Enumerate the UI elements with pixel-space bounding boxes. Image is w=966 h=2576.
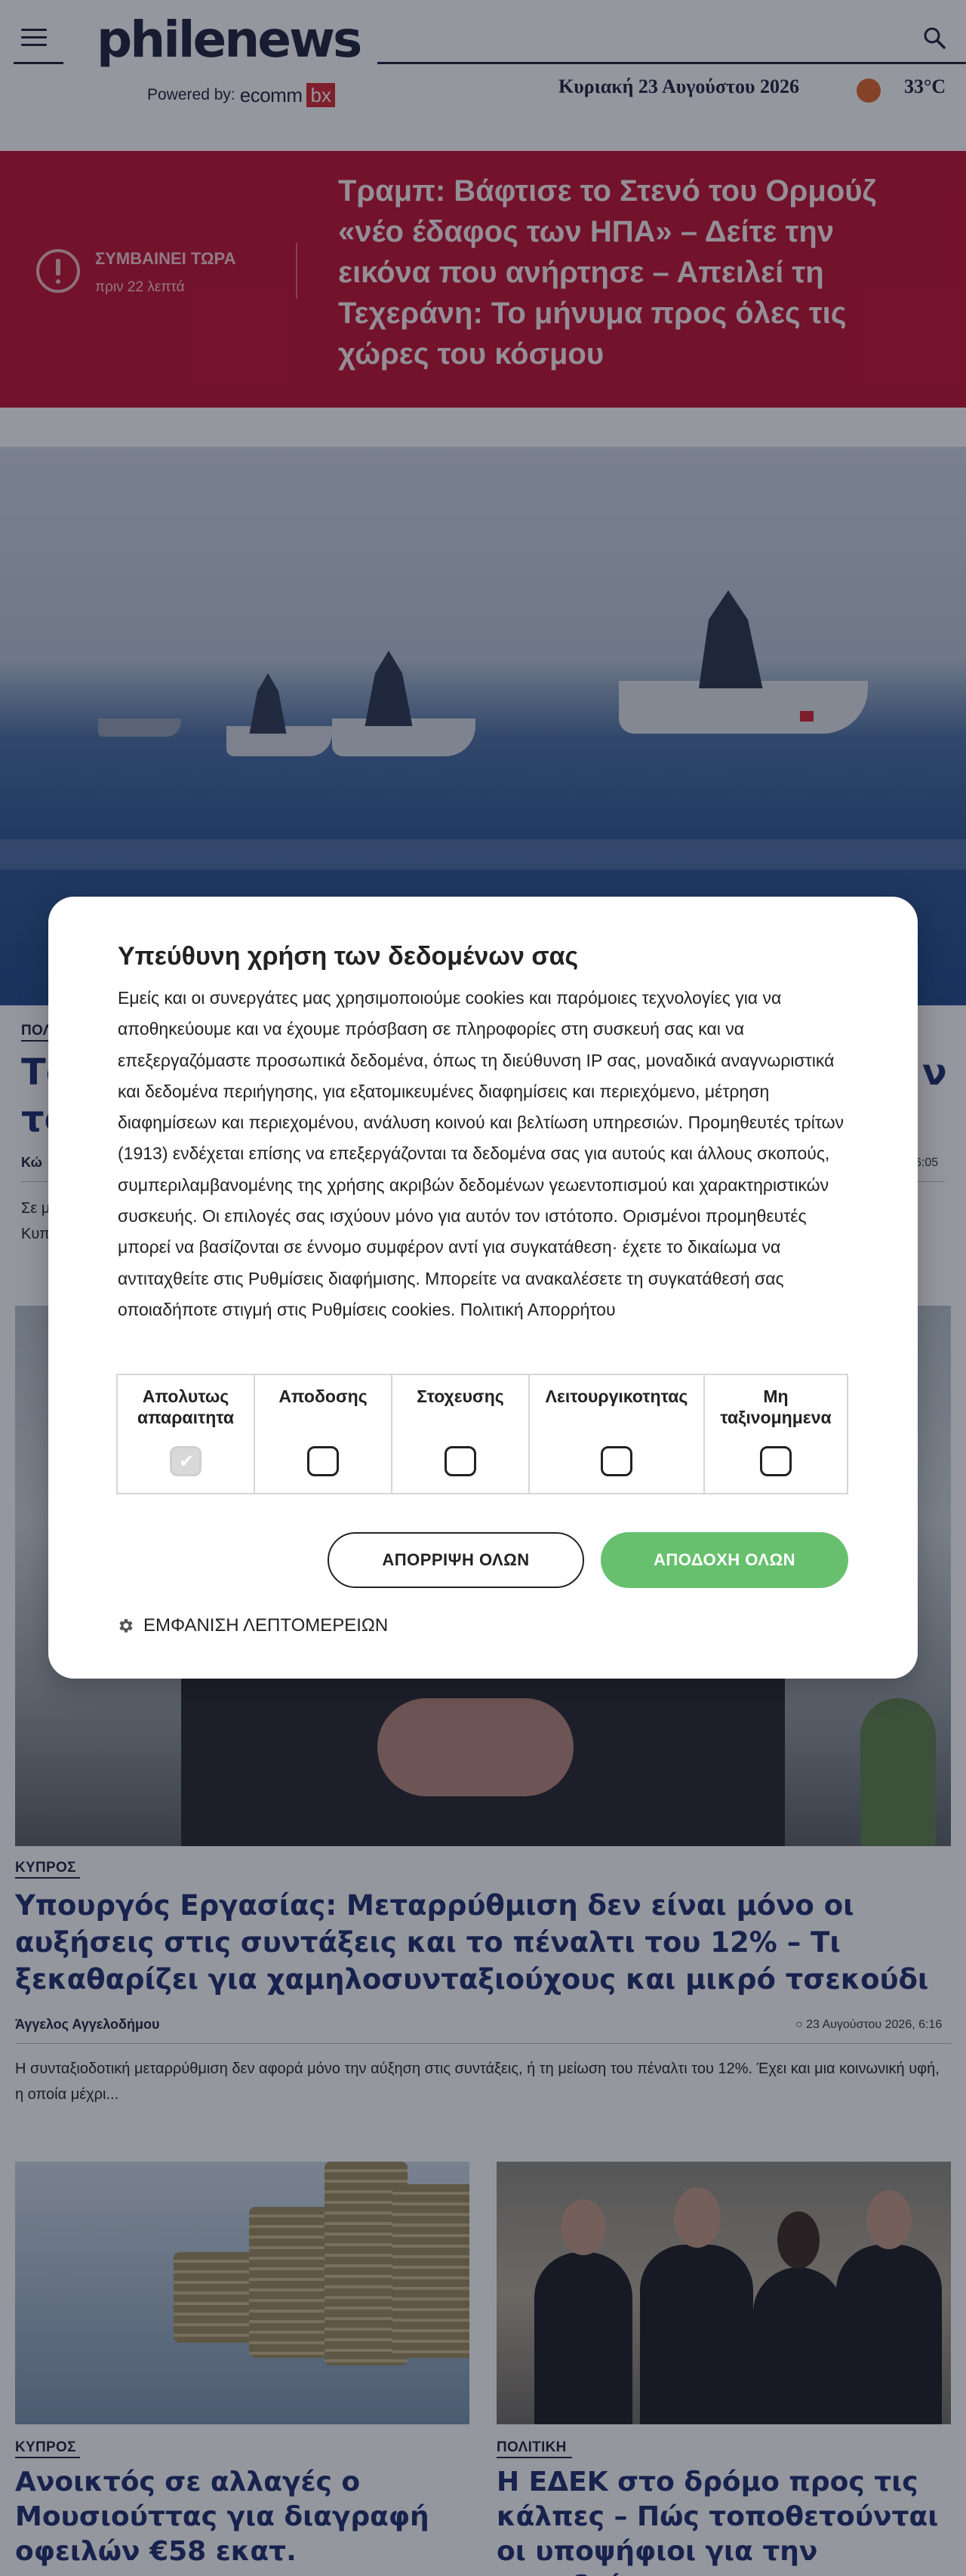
necessary-checkbox	[170, 1446, 202, 1476]
consent-category-targeting: Στοχευσης	[392, 1375, 530, 1493]
consent-categories: Απολυτως απαραιτητα Αποδοσης Στοχευσης Λ…	[116, 1374, 848, 1494]
consent-category-label: Λειτουργικοτητας	[545, 1386, 688, 1406]
accept-all-button[interactable]: ΑΠΟΔΟΧΗ ΟΛΩΝ	[601, 1532, 848, 1588]
consent-title: Υπεύθυνη χρήση των δεδομένων σας	[118, 942, 579, 971]
consent-category-label: Στοχευσης	[417, 1386, 504, 1406]
consent-category-necessary: Απολυτως απαραιτητα	[118, 1375, 255, 1493]
show-details-toggle[interactable]: ΕΜΦΑΝΙΣΗ ΛΕΠΤΟΜΕΡΕΙΩΝ	[116, 1615, 388, 1636]
consent-category-unclassified: Μη ταξινομημενα	[705, 1375, 847, 1493]
functionality-checkbox[interactable]	[601, 1446, 632, 1476]
consent-category-functionality: Λειτουργικοτητας	[530, 1375, 705, 1493]
gear-icon	[119, 1619, 133, 1633]
targeting-checkbox[interactable]	[445, 1446, 476, 1476]
consent-category-label: Απολυτως απαραιτητα	[137, 1386, 235, 1427]
performance-checkbox[interactable]	[307, 1446, 339, 1476]
unclassified-checkbox[interactable]	[760, 1446, 792, 1476]
cookie-consent-modal: Υπεύθυνη χρήση των δεδομένων σας Εμείς κ…	[48, 897, 918, 1679]
consent-description: Εμείς και οι συνεργάτες μας χρησιμοποιού…	[118, 988, 844, 1319]
show-details-label: ΕΜΦΑΝΙΣΗ ΛΕΠΤΟΜΕΡΕΙΩΝ	[143, 1615, 389, 1636]
consent-category-label: Αποδοσης	[278, 1386, 368, 1406]
reject-all-button[interactable]: ΑΠΟΡΡΙΨΗ ΟΛΩΝ	[328, 1532, 584, 1588]
consent-category-performance: Αποδοσης	[255, 1375, 392, 1493]
consent-category-label: Μη ταξινομημενα	[720, 1386, 832, 1427]
